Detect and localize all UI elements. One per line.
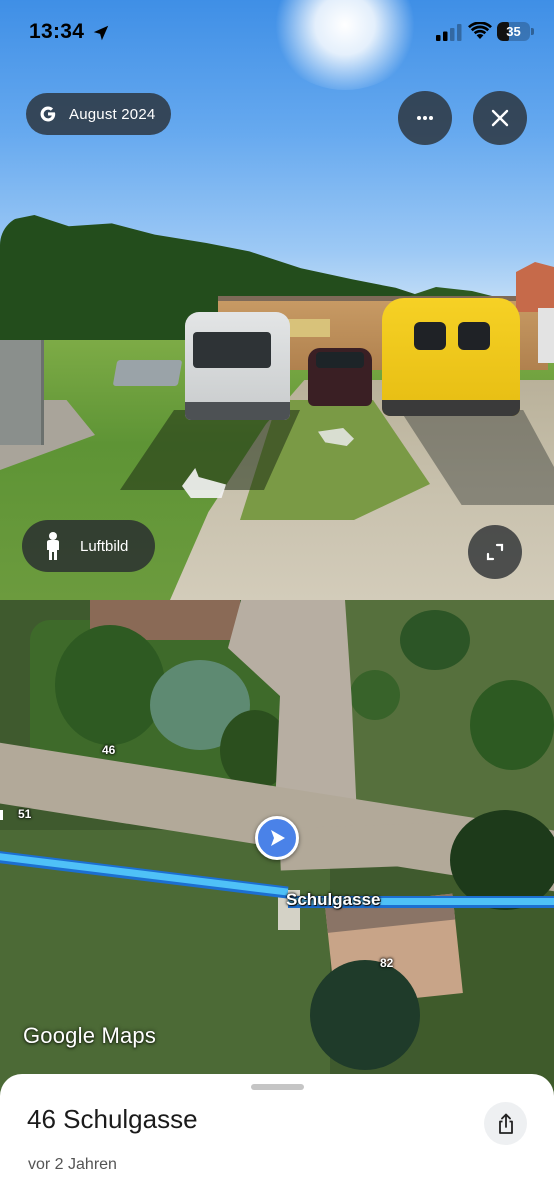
- sheet-drag-handle[interactable]: [251, 1084, 304, 1090]
- tree: [350, 670, 400, 720]
- place-title: 46 Schulgasse: [27, 1104, 198, 1134]
- share-button[interactable]: [484, 1102, 527, 1145]
- tree: [55, 625, 165, 745]
- red-house: [516, 262, 554, 312]
- battery-icon: 35: [497, 22, 530, 41]
- google-g-icon: [40, 106, 56, 122]
- aerial-view-toggle[interactable]: Luftbild: [22, 520, 155, 572]
- expand-button[interactable]: [468, 525, 522, 579]
- battery-level: 35: [506, 24, 521, 39]
- dark-red-car: [308, 348, 372, 406]
- capture-date-chip[interactable]: August 2024: [26, 93, 171, 135]
- status-time: 13:34: [29, 20, 85, 43]
- grey-shed: [0, 340, 44, 445]
- street-view-position-marker[interactable]: [255, 816, 299, 860]
- tree: [400, 610, 470, 670]
- tree: [470, 680, 554, 770]
- cellular-signal-icon: [436, 24, 462, 41]
- tree: [450, 810, 554, 910]
- street-view-panorama[interactable]: [0, 0, 554, 600]
- white-structure: [538, 308, 554, 363]
- trailer: [112, 360, 183, 386]
- house-number: 82: [380, 956, 394, 970]
- close-button[interactable]: [473, 91, 527, 145]
- close-icon: [491, 109, 509, 127]
- tree: [310, 960, 420, 1070]
- place-subtitle: vor 2 Jahren: [28, 1156, 117, 1173]
- more-options-button[interactable]: [398, 91, 452, 145]
- street-label: Schulgasse: [286, 890, 381, 909]
- satellite-map[interactable]: Schulgasse 46 51 82 Google Maps: [0, 600, 554, 1100]
- white-van: [185, 312, 290, 420]
- house-number-fragment: [0, 810, 3, 820]
- place-sheet[interactable]: 46 Schulgasse vor 2 Jahren: [0, 1074, 554, 1200]
- direction-arrow-icon: [271, 830, 285, 846]
- house-number: 46: [102, 743, 116, 757]
- yellow-van: [382, 298, 520, 416]
- pegman-icon: [47, 532, 59, 560]
- share-icon: [498, 1113, 513, 1134]
- house-number: 51: [18, 807, 32, 821]
- capture-date: August 2024: [69, 105, 156, 123]
- more-horizontal-icon: [417, 116, 433, 120]
- battery-nub: [531, 28, 534, 35]
- status-bar: 13:34 35: [0, 0, 554, 64]
- google-maps-logo: Google Maps: [23, 1023, 157, 1048]
- wifi-icon: [468, 22, 492, 39]
- expand-icon: [486, 543, 504, 561]
- aerial-view-label: Luftbild: [80, 537, 129, 555]
- location-arrow-icon: [93, 25, 109, 41]
